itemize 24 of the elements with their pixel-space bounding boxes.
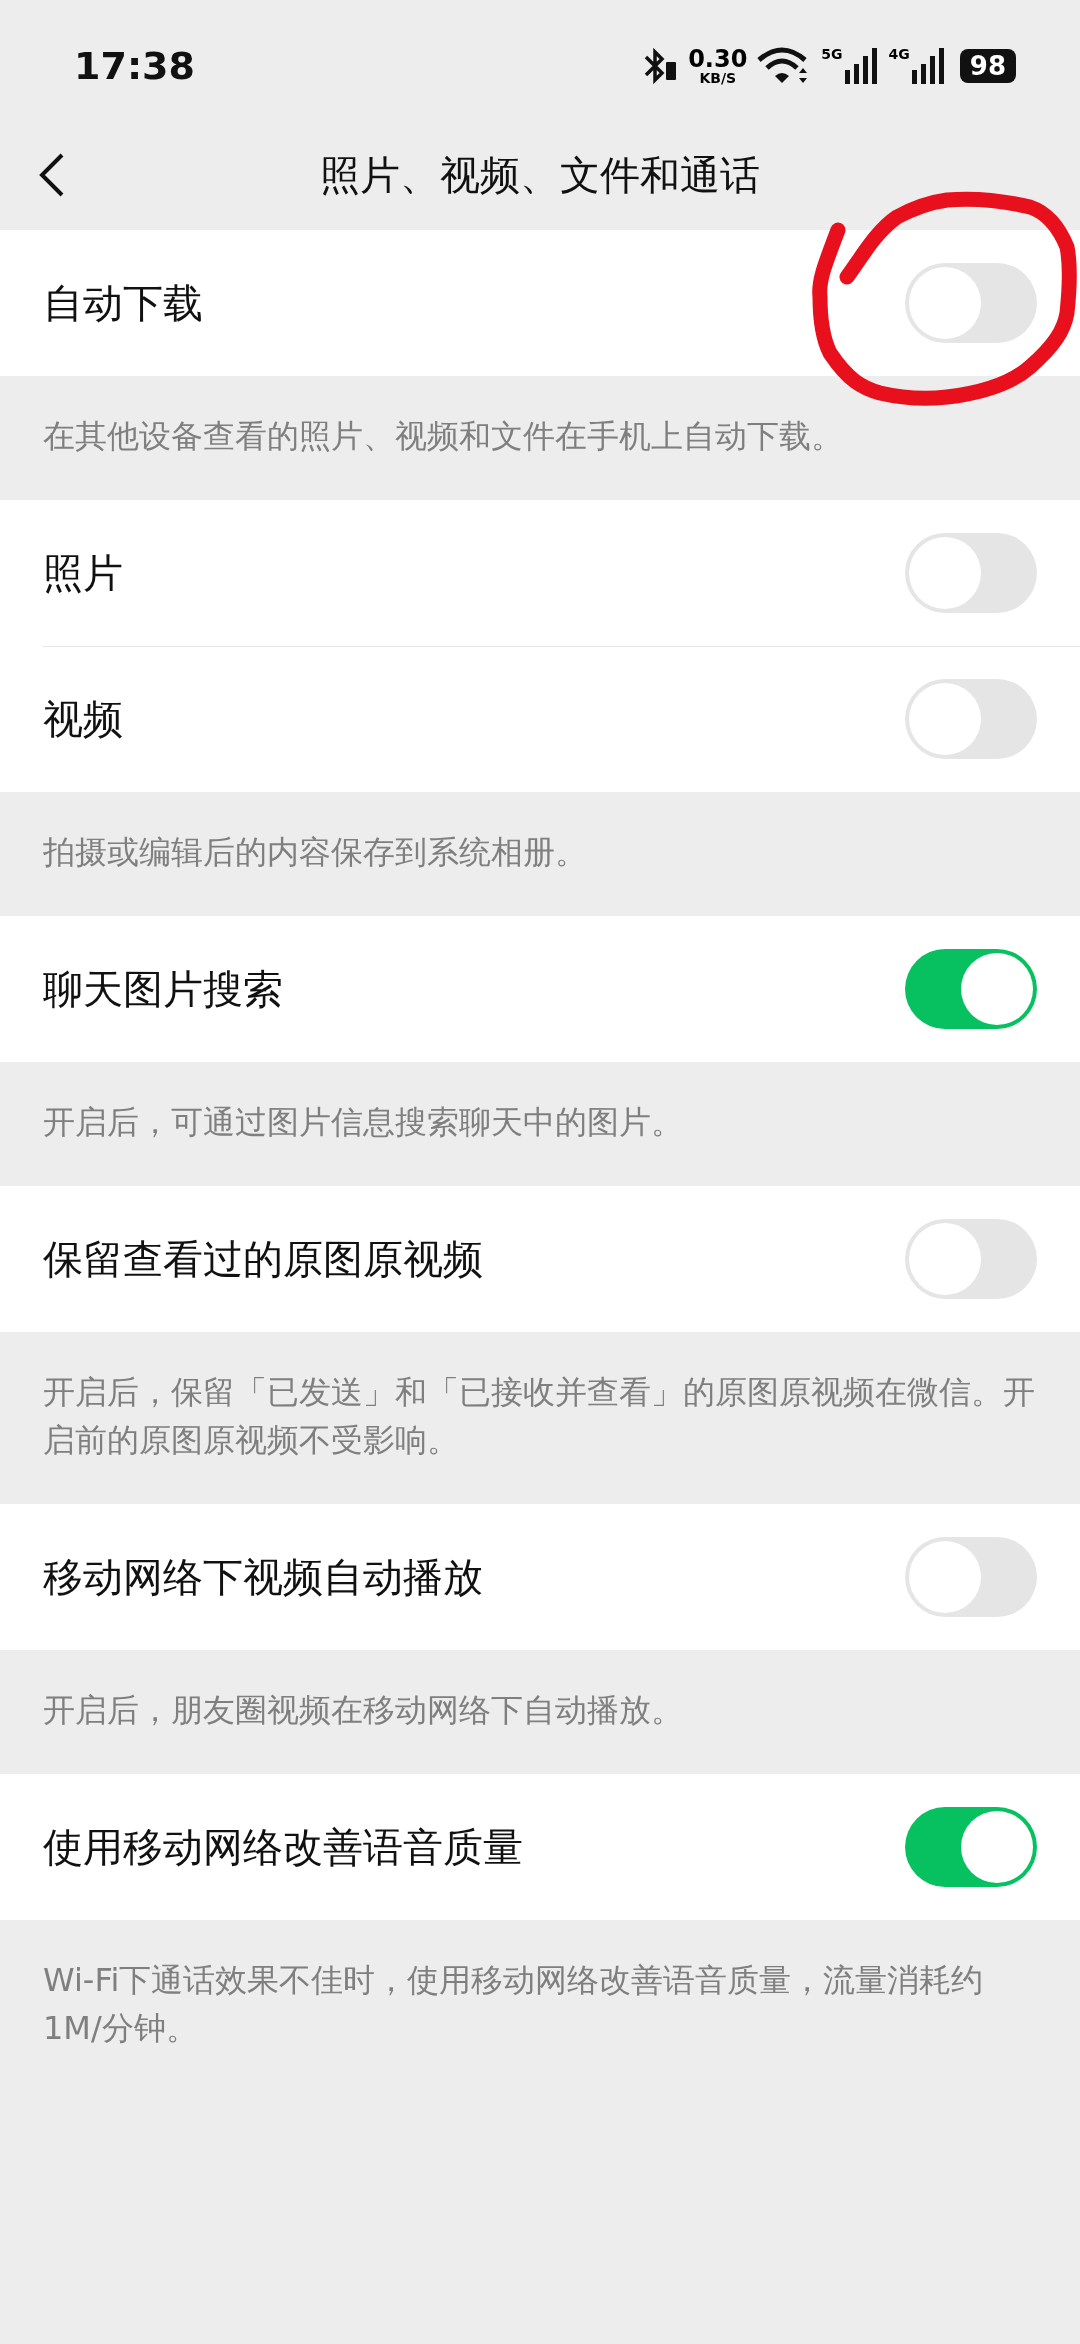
setting-label: 视频 [43, 694, 123, 744]
network-speed: 0.30 [688, 47, 748, 71]
battery-level: 98 [959, 49, 1016, 83]
signal-icon [909, 46, 946, 86]
setting-description: 开启后，保留「已发送」和「已接收并查看」的原图原视频在微信。开启前的原图原视频不受影响。 [42, 1372, 1036, 1461]
status-time: 17:38 [74, 43, 195, 88]
setting-label: 保留查看过的原图原视频 [43, 1234, 483, 1284]
speed-unit: KB/S [699, 71, 737, 85]
network-type: 5G [821, 46, 843, 62]
page-title: 照片、视频、文件和通话 [320, 150, 760, 200]
setting-label: 使用移动网络改善语音质量 [43, 1822, 523, 1872]
network-type: 4G [888, 46, 910, 62]
setting-label: 自动下载 [43, 278, 203, 328]
setting-label: 移动网络下视频自动播放 [43, 1552, 483, 1602]
bluetooth-icon [642, 46, 679, 86]
setting-description: 开启后，可通过图片信息搜索聊天中的图片。 [42, 1102, 684, 1143]
signal-icon [842, 46, 879, 86]
setting-description: Wi-Fi下通话效果不佳时，使用移动网络改善语音质量，流量消耗约1M/分钟。 [42, 1960, 985, 2049]
setting-description: 拍摄或编辑后的内容保存到系统相册。 [42, 832, 588, 873]
setting-label: 聊天图片搜索 [43, 964, 283, 1014]
setting-label: 照片 [43, 548, 123, 598]
back-icon[interactable] [38, 151, 66, 199]
setting-description: 在其他设备查看的照片、视频和文件在手机上自动下载。 [42, 416, 844, 457]
setting-description: 开启后，朋友圈视频在移动网络下自动播放。 [42, 1690, 684, 1731]
